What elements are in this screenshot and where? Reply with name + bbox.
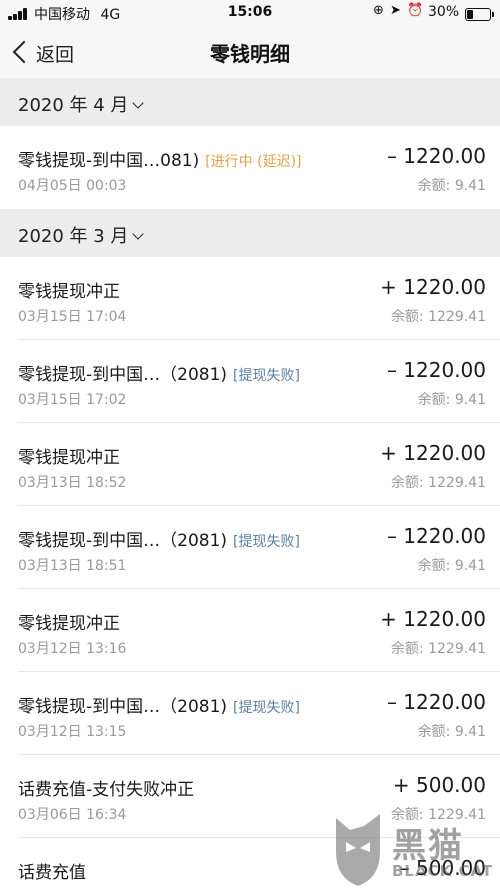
chevron-down-icon <box>132 228 145 240</box>
balance-after: 余额: 1229.41 <box>390 641 486 657</box>
status-badge: [进行中 (延迟)] <box>205 154 302 170</box>
transaction-amount: + 1220.00 <box>380 275 486 299</box>
balance-after: 余额: 9.41 <box>417 558 486 574</box>
transaction-time: 03月13日 18:52 <box>18 475 127 491</box>
transaction-time: 03月15日 17:02 <box>18 392 127 408</box>
month-header-april[interactable]: 2020 年 4 月 <box>0 78 500 126</box>
battery-icon <box>465 8 494 21</box>
transaction-row[interactable]: 零钱提现-到中国…081) [进行中 (延迟)] 04月05日 00:03 – 1… <box>0 126 500 209</box>
status-bar: 中国移动 4G 15:06 ⊕ ➤ ⏰ 30% <box>0 0 500 26</box>
status-badge: [提现失败] <box>233 368 300 384</box>
orientation-lock-icon: ⊕ <box>373 3 385 18</box>
transaction-amount: – 1220.00 <box>386 524 486 548</box>
transaction-time: 03月12日 13:15 <box>18 724 127 740</box>
transaction-row[interactable]: 零钱提现-到中国…（2081) [提现失败] 03月15日 17:02 – 122… <box>0 340 500 423</box>
transaction-amount: – 1220.00 <box>386 144 486 168</box>
transaction-title: 零钱提现-到中国…（2081) <box>18 697 228 717</box>
chevron-down-icon <box>132 97 145 109</box>
transaction-time: 03月06日 16:34 <box>18 807 127 823</box>
month-header-march[interactable]: 2020 年 3 月 <box>0 209 500 257</box>
transaction-row[interactable]: 零钱提现冲正 03月13日 18:52 + 1220.00 余额: 1229.4… <box>0 423 500 506</box>
transaction-row[interactable]: 零钱提现冲正 03月15日 17:04 + 1220.00 余额: 1229.4… <box>0 257 500 340</box>
month-label: 2020 年 4 月 <box>18 95 129 116</box>
transaction-title: 零钱提现冲正 <box>18 614 120 634</box>
transaction-row[interactable]: 零钱提现-到中国…（2081) [提现失败] 03月13日 18:51 – 122… <box>0 506 500 589</box>
transaction-title: 零钱提现冲正 <box>18 448 120 468</box>
transaction-amount: + 1220.00 <box>380 441 486 465</box>
alarm-icon: ⏰ <box>407 3 425 18</box>
transaction-amount: + 1220.00 <box>380 607 486 631</box>
transaction-time: 03月15日 17:04 <box>18 309 127 325</box>
transaction-title: 零钱提现-到中国…081) <box>18 151 200 171</box>
status-badge: [提现失败] <box>233 700 300 716</box>
transaction-time: 03月13日 18:51 <box>18 558 127 574</box>
balance-after: 余额: 9.41 <box>417 724 486 740</box>
watermark: 黑猫 BLACK CAT <box>330 812 500 888</box>
transaction-amount: – 1220.00 <box>386 358 486 382</box>
nav-bar: 返回 零钱明细 <box>0 26 500 78</box>
black-cat-logo <box>336 814 380 886</box>
balance-after: 余额: 9.41 <box>417 392 486 408</box>
transaction-title: 零钱提现-到中国…（2081) <box>18 531 228 551</box>
page-title: 零钱明细 <box>210 42 290 66</box>
watermark-cn: 黑猫 <box>392 826 464 866</box>
battery-percent: 30% <box>428 4 460 20</box>
transaction-row[interactable]: 零钱提现冲正 03月12日 13:16 + 1220.00 余额: 1229.4… <box>0 589 500 672</box>
month-label: 2020 年 3 月 <box>18 226 129 247</box>
balance-after: 余额: 1229.41 <box>390 475 486 491</box>
watermark-en: BLACK CAT <box>392 862 494 880</box>
status-icons: ⊕ ➤ ⏰ <box>373 3 424 18</box>
balance-after: 余额: 9.41 <box>417 178 486 194</box>
transaction-time: 04月05日 00:03 <box>18 178 127 194</box>
transaction-title: 零钱提现冲正 <box>18 282 120 302</box>
transaction-title: 零钱提现-到中国…（2081) <box>18 365 228 385</box>
transaction-time: 03月12日 13:16 <box>18 641 127 657</box>
status-badge: [提现失败] <box>233 534 300 550</box>
transaction-amount: + 500.00 <box>392 773 486 797</box>
location-icon: ➤ <box>390 3 402 18</box>
transaction-amount: – 1220.00 <box>386 690 486 714</box>
transaction-row[interactable]: 零钱提现-到中国…（2081) [提现失败] 03月12日 13:15 – 122… <box>0 672 500 755</box>
transaction-title: 话费充值-支付失败冲正 <box>18 780 195 800</box>
balance-after: 余额: 1229.41 <box>390 309 486 325</box>
clock: 15:06 <box>227 4 273 20</box>
transaction-title: 话费充值 <box>18 863 86 883</box>
